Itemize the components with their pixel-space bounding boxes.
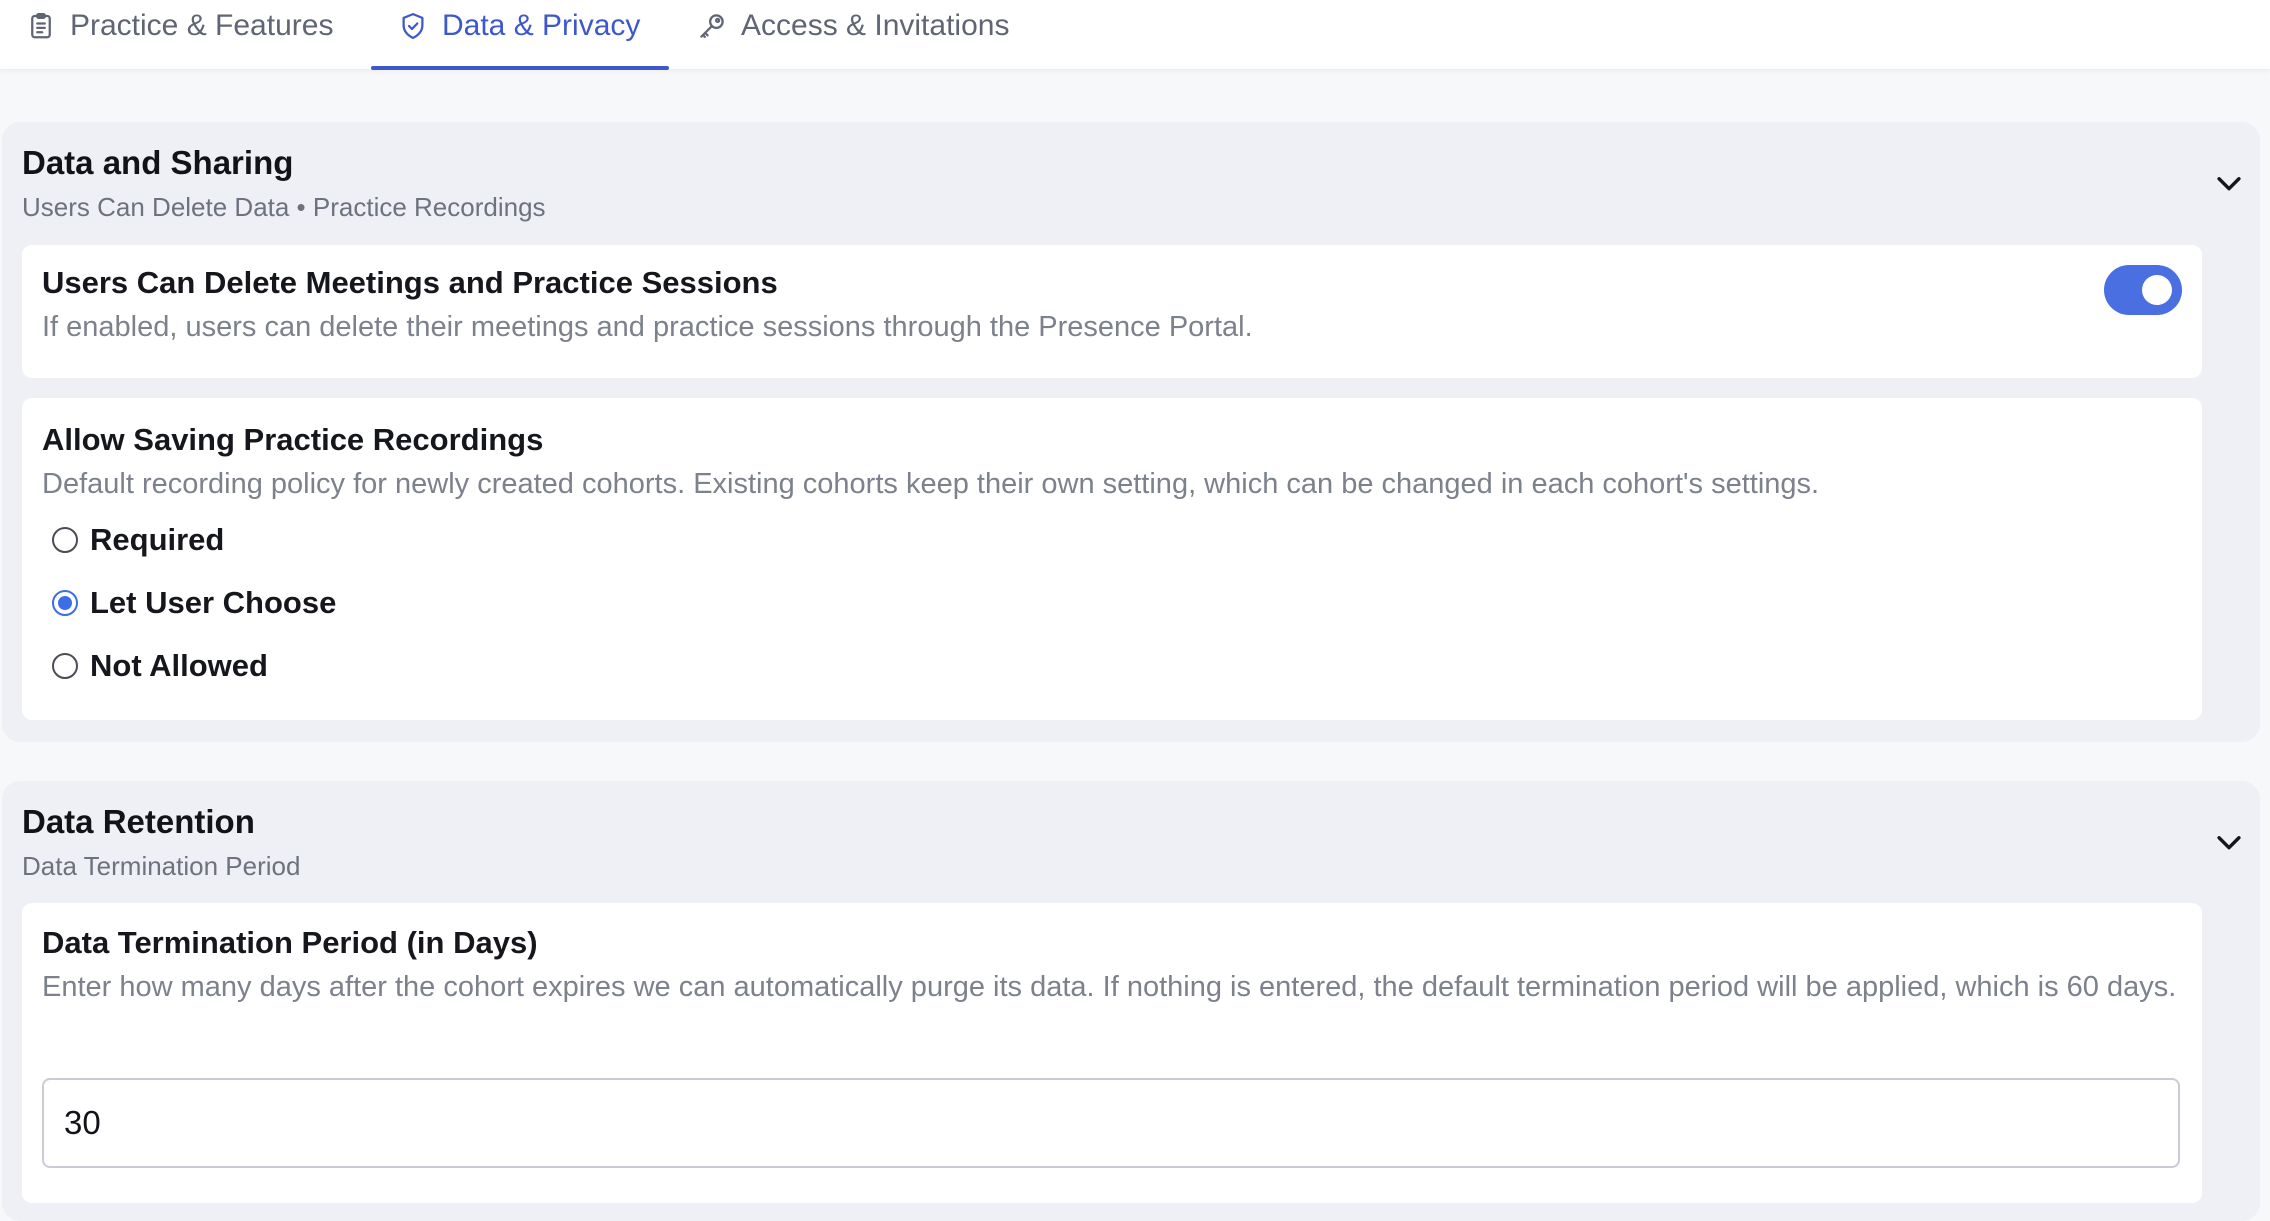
tab-practice-features[interactable]: Practice & Features: [26, 0, 333, 70]
practice-recordings-card: Allow Saving Practice Recordings Default…: [22, 398, 2202, 720]
radio-option-required[interactable]: Required: [52, 522, 224, 558]
chevron-down-icon[interactable]: [2212, 166, 2246, 200]
setting-title: Allow Saving Practice Recordings: [42, 422, 544, 457]
toggle-knob: [2142, 275, 2172, 305]
termination-days-input[interactable]: [42, 1078, 2180, 1168]
setting-description: If enabled, users can delete their meeti…: [42, 311, 1253, 343]
shield-icon: [402, 13, 424, 39]
radio-button[interactable]: [52, 590, 78, 616]
radio-option-not-allowed[interactable]: Not Allowed: [52, 648, 268, 684]
setting-description: Default recording policy for newly creat…: [42, 468, 1820, 500]
section-title: Data Retention: [22, 803, 255, 840]
radio-label: Let User Choose: [90, 585, 337, 620]
active-tab-indicator: [371, 66, 669, 70]
section-subtitle: Users Can Delete Data • Practice Recordi…: [22, 192, 546, 222]
radio-label: Required: [90, 522, 225, 557]
delete-data-toggle[interactable]: [2104, 265, 2182, 315]
tab-label: Access & Invitations: [741, 9, 1010, 42]
section-subtitle: Data Termination Period: [22, 851, 301, 881]
data-sharing-section: Data and Sharing Users Can Delete Data •…: [2, 122, 2260, 742]
tab-data-privacy[interactable]: Data & Privacy: [371, 0, 669, 70]
tab-label: Data & Privacy: [442, 9, 641, 42]
section-title: Data and Sharing: [22, 144, 294, 181]
setting-title: Data Termination Period (in Days): [42, 925, 538, 960]
termination-period-card: Data Termination Period (in Days) Enter …: [22, 903, 2202, 1203]
tab-bar: Practice & Features Data & Privacy Acces…: [0, 0, 2270, 70]
radio-option-let-user-choose[interactable]: Let User Choose: [52, 585, 336, 621]
radio-button[interactable]: [52, 527, 78, 553]
setting-description: Enter how many days after the cohort exp…: [42, 971, 2177, 1003]
delete-data-card: Users Can Delete Meetings and Practice S…: [22, 245, 2202, 378]
tab-access-invitations[interactable]: Access & Invitations: [697, 0, 1009, 70]
clipboard-icon: [31, 13, 51, 39]
radio-button[interactable]: [52, 653, 78, 679]
setting-title: Users Can Delete Meetings and Practice S…: [42, 265, 778, 300]
tab-label: Practice & Features: [70, 9, 334, 42]
data-retention-section: Data Retention Data Termination Period D…: [2, 781, 2260, 1221]
key-icon: [700, 14, 724, 38]
chevron-down-icon[interactable]: [2212, 825, 2246, 859]
radio-label: Not Allowed: [90, 648, 268, 683]
